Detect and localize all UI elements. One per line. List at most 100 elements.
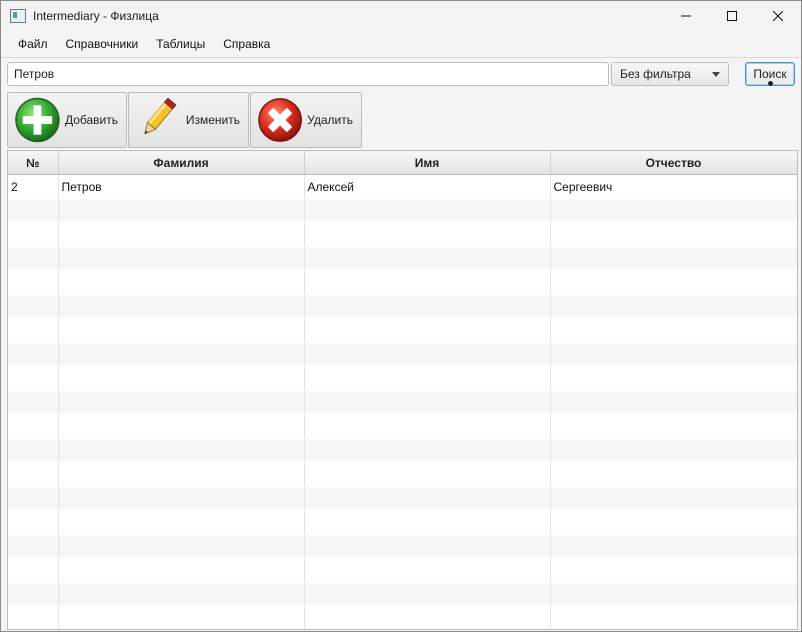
empty-cell [304, 342, 551, 367]
empty-table-row [8, 318, 797, 343]
add-button-label: Добавить [64, 113, 118, 127]
empty-cell [550, 582, 797, 607]
table-body: 2 Петров Алексей Сергеевич [8, 174, 797, 629]
minimize-button[interactable] [663, 1, 709, 31]
delete-button-label: Удалить [307, 113, 353, 127]
window-title: Intermediary - Физлица [33, 9, 159, 23]
empty-cell [58, 198, 305, 223]
pencil-icon [144, 97, 177, 135]
menu-tables[interactable]: Таблицы [147, 31, 214, 57]
filter-select[interactable]: Без фильтра [611, 62, 729, 86]
empty-cell [304, 390, 551, 415]
persons-table: № Фамилия Имя Отчество 2 Петров Алексей … [7, 150, 798, 630]
empty-cell [58, 606, 305, 629]
empty-cell [58, 390, 305, 415]
delete-button[interactable]: Удалить [250, 92, 362, 148]
empty-cell [58, 270, 305, 295]
empty-cell [58, 558, 305, 583]
empty-cell [58, 222, 305, 247]
menu-help[interactable]: Справка [214, 31, 279, 57]
empty-table-row [8, 198, 797, 223]
empty-cell [550, 534, 797, 559]
minimize-icon [681, 15, 691, 17]
empty-table-row [8, 558, 797, 583]
column-header-number[interactable]: № [8, 151, 59, 175]
empty-cell [304, 246, 551, 271]
empty-cell [304, 414, 551, 439]
empty-cell [8, 510, 59, 535]
empty-cell [304, 198, 551, 223]
empty-cell [8, 342, 59, 367]
empty-cell [550, 246, 797, 271]
table-row[interactable]: 2 Петров Алексей Сергеевич [8, 174, 797, 199]
empty-cell [304, 222, 551, 247]
delete-x-icon [258, 98, 302, 142]
column-header-lastname[interactable]: Фамилия [58, 151, 305, 175]
edit-button[interactable]: Изменить [128, 92, 249, 148]
maximize-icon [727, 11, 737, 21]
menu-bar: Файл Справочники Таблицы Справка [1, 31, 801, 58]
empty-cell [58, 246, 305, 271]
empty-cell [58, 510, 305, 535]
empty-table-row [8, 414, 797, 439]
empty-table-row [8, 246, 797, 271]
empty-cell [58, 486, 305, 511]
empty-table-row [8, 582, 797, 607]
add-button[interactable]: Добавить [7, 92, 127, 148]
menu-directories[interactable]: Справочники [57, 31, 148, 57]
empty-cell [8, 366, 59, 391]
menu-file[interactable]: Файл [9, 31, 57, 57]
empty-cell [58, 414, 305, 439]
empty-cell [8, 390, 59, 415]
empty-cell [550, 510, 797, 535]
title-bar: Intermediary - Физлица [1, 1, 801, 31]
empty-cell [550, 438, 797, 463]
cell-number: 2 [8, 174, 59, 199]
edit-button-label: Изменить [185, 113, 240, 127]
empty-cell [304, 558, 551, 583]
empty-cell [8, 198, 59, 223]
empty-cell [58, 294, 305, 319]
empty-cell [304, 366, 551, 391]
maximize-button[interactable] [709, 1, 755, 31]
search-input[interactable] [7, 62, 609, 86]
column-header-patronymic[interactable]: Отчество [550, 151, 797, 175]
empty-cell [58, 342, 305, 367]
empty-cell [550, 294, 797, 319]
empty-cell [304, 510, 551, 535]
filter-select-value: Без фильтра [620, 67, 691, 81]
empty-table-row [8, 366, 797, 391]
empty-cell [8, 294, 59, 319]
empty-table-row [8, 294, 797, 319]
empty-cell [304, 582, 551, 607]
app-window: Intermediary - Физлица Файл Справочники … [0, 0, 802, 632]
empty-cell [304, 462, 551, 487]
empty-cell [8, 246, 59, 271]
empty-cell [8, 462, 59, 487]
search-row: Без фильтра Поиск [7, 62, 795, 88]
empty-table-row [8, 486, 797, 511]
empty-table-row [8, 222, 797, 247]
empty-table-row [8, 438, 797, 463]
empty-cell [550, 558, 797, 583]
empty-cell [8, 606, 59, 629]
empty-cell [304, 318, 551, 343]
empty-cell [8, 558, 59, 583]
column-header-firstname[interactable]: Имя [304, 151, 551, 175]
empty-cell [8, 318, 59, 343]
empty-cell [550, 486, 797, 511]
close-button[interactable] [755, 1, 801, 31]
cell-lastname: Петров [58, 174, 305, 199]
empty-table-row [8, 342, 797, 367]
empty-cell [58, 582, 305, 607]
search-button[interactable]: Поиск [745, 62, 795, 86]
empty-cell [304, 606, 551, 629]
empty-cell [8, 534, 59, 559]
toolbar: Добавить Изменить Удалить [7, 92, 363, 149]
empty-cell [550, 606, 797, 629]
window-controls [663, 1, 801, 31]
empty-cell [8, 270, 59, 295]
empty-cell [8, 414, 59, 439]
empty-cell [8, 582, 59, 607]
empty-cell [550, 366, 797, 391]
